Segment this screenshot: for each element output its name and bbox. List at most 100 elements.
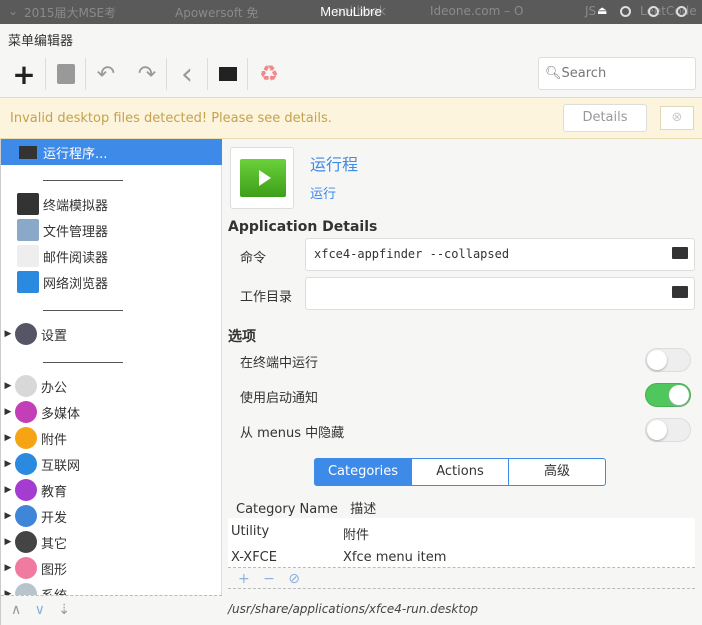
sidebar-footer: ∧ ∨ ⇣ [1, 595, 222, 625]
expand-arrow-icon[interactable]: ▶ [1, 433, 15, 443]
sidebar-category[interactable]: ▶ 开发 [1, 503, 222, 529]
run-icon [19, 145, 37, 159]
column-category-name[interactable]: Category Name [236, 502, 338, 517]
back-icon: ‹ [181, 56, 193, 92]
item-label: 附件 [41, 432, 68, 448]
sidebar-category[interactable]: ▶ 办公 [1, 373, 222, 399]
item-label: 运行程序... [43, 146, 108, 162]
remove-row-icon[interactable]: − [263, 571, 275, 587]
search-placeholder: Search [561, 66, 607, 81]
undo-icon: ↶ [96, 61, 116, 87]
workdir-field[interactable] [305, 277, 695, 310]
search-input[interactable]: 🔍︎Search [538, 57, 696, 90]
option-label: 使用启动通知 [240, 391, 319, 406]
expand-arrow-icon[interactable]: ▶ [1, 407, 15, 417]
sidebar-item[interactable]: 网络浏览器 [1, 269, 222, 295]
option-label: 从 menus 中隐藏 [240, 426, 345, 441]
save-button[interactable] [49, 60, 83, 88]
redo-button[interactable]: ↷ [130, 60, 164, 88]
add-icon: + [12, 57, 36, 91]
details-button[interactable]: Details [563, 104, 647, 132]
option-label: 在终端中运行 [240, 356, 319, 371]
sidebar-category[interactable]: ▶ 多媒体 [1, 399, 222, 425]
command-field[interactable]: xfce4-appfinder --collapsed [305, 238, 695, 271]
folder-icon[interactable] [672, 247, 688, 259]
redo-icon: ↷ [137, 61, 157, 87]
category-icon [15, 427, 37, 449]
menubar-title[interactable]: 菜单编辑器 [8, 34, 73, 49]
move-up-icon[interactable]: ∧ [11, 602, 21, 618]
sidebar-item-run[interactable]: 运行程序... [1, 139, 222, 165]
app-name[interactable]: 运行程 [310, 151, 358, 175]
category-icon [15, 401, 37, 423]
app-icon [17, 193, 39, 215]
run-icon [219, 67, 237, 81]
expand-arrow-icon[interactable]: ▶ [1, 563, 15, 573]
sidebar-item[interactable]: 邮件阅读器 [1, 243, 222, 269]
options-heading: 选项 [228, 329, 256, 345]
minimize-button[interactable] [620, 6, 631, 17]
expand-arrow-icon[interactable]: ▶ [1, 485, 15, 495]
option-toggle[interactable] [645, 418, 691, 442]
sidebar-item[interactable]: 文件管理器 [1, 217, 222, 243]
close-button[interactable] [676, 6, 687, 17]
dismiss-button[interactable]: ⊗ [660, 106, 694, 130]
info-bar: Invalid desktop files detected! Please s… [0, 97, 702, 139]
tab-bar: Categories Actions 高级 [314, 458, 606, 486]
close-circle-icon: ⊗ [671, 110, 683, 125]
option-toggle[interactable] [645, 348, 691, 372]
command-label: 命令 [240, 251, 267, 266]
app-icon-button[interactable] [230, 147, 294, 209]
add-row-icon[interactable]: + [238, 571, 250, 587]
sidebar-item[interactable]: 终端模拟器 [1, 191, 222, 217]
move-down-icon[interactable]: ∨ [35, 602, 45, 618]
sort-icon[interactable]: ⇣ [58, 602, 70, 618]
add-button[interactable]: + [7, 57, 41, 91]
option-toggle[interactable] [645, 383, 691, 407]
menubar: 菜单编辑器 [0, 24, 702, 52]
tab-0[interactable]: Categories [314, 458, 412, 486]
undo-button[interactable]: ↶ [89, 60, 123, 88]
details-heading: Application Details [228, 219, 378, 235]
workdir-label: 工作目录 [240, 290, 293, 305]
tab-1[interactable]: Actions [411, 458, 509, 486]
sidebar-category[interactable]: ▶ 图形 [1, 555, 222, 581]
eject-icon[interactable]: ⏏ [597, 4, 607, 17]
column-description[interactable]: 描述 [350, 502, 376, 517]
folder-icon[interactable] [672, 286, 688, 298]
expand-arrow-icon[interactable]: ▶ [1, 537, 15, 547]
app-comment[interactable]: 运行 [310, 183, 336, 202]
cell: X-XFCE [231, 550, 277, 565]
sidebar-item-settings[interactable]: ▶ 设置 [1, 321, 222, 347]
run-button[interactable] [211, 60, 245, 88]
item-label: 互联网 [41, 458, 81, 474]
expand-arrow-icon[interactable]: ▶ [1, 511, 15, 521]
cell: 附件 [343, 528, 370, 543]
expand-arrow-icon[interactable]: ▶ [1, 381, 15, 391]
item-label: 终端模拟器 [43, 198, 109, 214]
table-row[interactable]: Utility 附件 [231, 524, 369, 548]
sidebar-category[interactable]: ▶ 附件 [1, 425, 222, 451]
tab-2[interactable]: 高级 [508, 458, 606, 486]
maximize-button[interactable] [648, 6, 659, 17]
expand-arrow-icon[interactable]: ▶ [1, 459, 15, 469]
sidebar-category[interactable]: ▶ 其它 [1, 529, 222, 555]
sidebar-category[interactable]: ▶ 教育 [1, 477, 222, 503]
clear-icon[interactable]: ⊘ [288, 571, 300, 587]
info-message: Invalid desktop files detected! Please s… [10, 111, 332, 126]
delete-icon: ♻ [259, 61, 279, 87]
settings-icon [15, 323, 37, 345]
item-label: 教育 [41, 484, 68, 500]
item-label: 多媒体 [41, 406, 81, 422]
save-icon [57, 64, 75, 84]
app-icon [17, 219, 39, 241]
delete-button[interactable]: ♻ [252, 60, 286, 88]
categories-table: Utility 附件 X-XFCE Xfce menu item [228, 518, 695, 568]
title-bar: ⌄ 2015届大MSE考 Apowersoft 免 ookbook Ideone… [0, 0, 702, 24]
category-icon [15, 557, 37, 579]
sidebar-category[interactable]: ▶ 互联网 [1, 451, 222, 477]
back-button[interactable]: ‹ [170, 57, 204, 92]
table-footer: + − ⊘ [228, 571, 695, 589]
app-icon [17, 271, 39, 293]
cell: Xfce menu item [343, 550, 447, 565]
